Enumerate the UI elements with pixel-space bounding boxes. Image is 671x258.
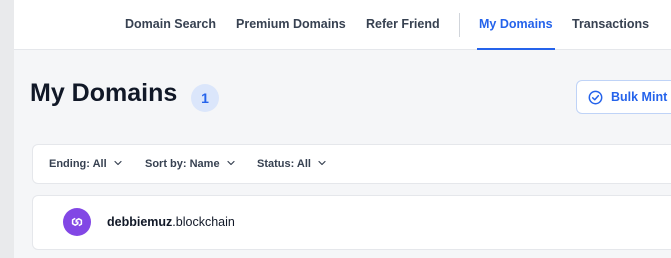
filter-sort-label: Sort by: Name bbox=[145, 158, 220, 170]
domain-row[interactable]: debbiemuz.blockchain bbox=[32, 195, 671, 250]
filter-status-label: Status: All bbox=[257, 158, 311, 170]
chevron-down-icon bbox=[227, 160, 235, 166]
check-circle-icon bbox=[588, 90, 603, 105]
nav-domain-search[interactable]: Domain Search bbox=[125, 0, 216, 50]
bulk-mint-label: Bulk Mint bbox=[611, 90, 668, 104]
polygon-icon bbox=[63, 208, 91, 236]
top-navigation: Domain Search Premium Domains Refer Frie… bbox=[14, 0, 671, 50]
nav-my-domains[interactable]: My Domains bbox=[477, 0, 555, 50]
filter-ending-label: Ending: All bbox=[49, 158, 107, 170]
domain-tld: .blockchain bbox=[172, 215, 235, 229]
domain-count-badge: 1 bbox=[191, 84, 219, 112]
chevron-down-icon bbox=[318, 160, 326, 166]
domain-name[interactable]: debbiemuz.blockchain bbox=[107, 196, 235, 249]
filter-bar: Ending: All Sort by: Name Status: All bbox=[32, 144, 671, 184]
nav-transactions[interactable]: Transactions bbox=[572, 0, 649, 50]
app-frame: Domain Search Premium Domains Refer Frie… bbox=[14, 0, 671, 258]
domain-label: debbiemuz bbox=[107, 215, 173, 229]
filter-status[interactable]: Status: All bbox=[257, 145, 326, 183]
nav-refer-friend[interactable]: Refer Friend bbox=[366, 0, 440, 50]
nav-premium-domains[interactable]: Premium Domains bbox=[236, 0, 346, 50]
filter-sort[interactable]: Sort by: Name bbox=[145, 145, 235, 183]
filter-ending[interactable]: Ending: All bbox=[49, 145, 122, 183]
page-title: My Domains bbox=[30, 79, 178, 107]
chevron-down-icon bbox=[114, 160, 122, 166]
bulk-mint-button[interactable]: Bulk Mint bbox=[576, 80, 671, 114]
nav-divider bbox=[459, 13, 460, 37]
